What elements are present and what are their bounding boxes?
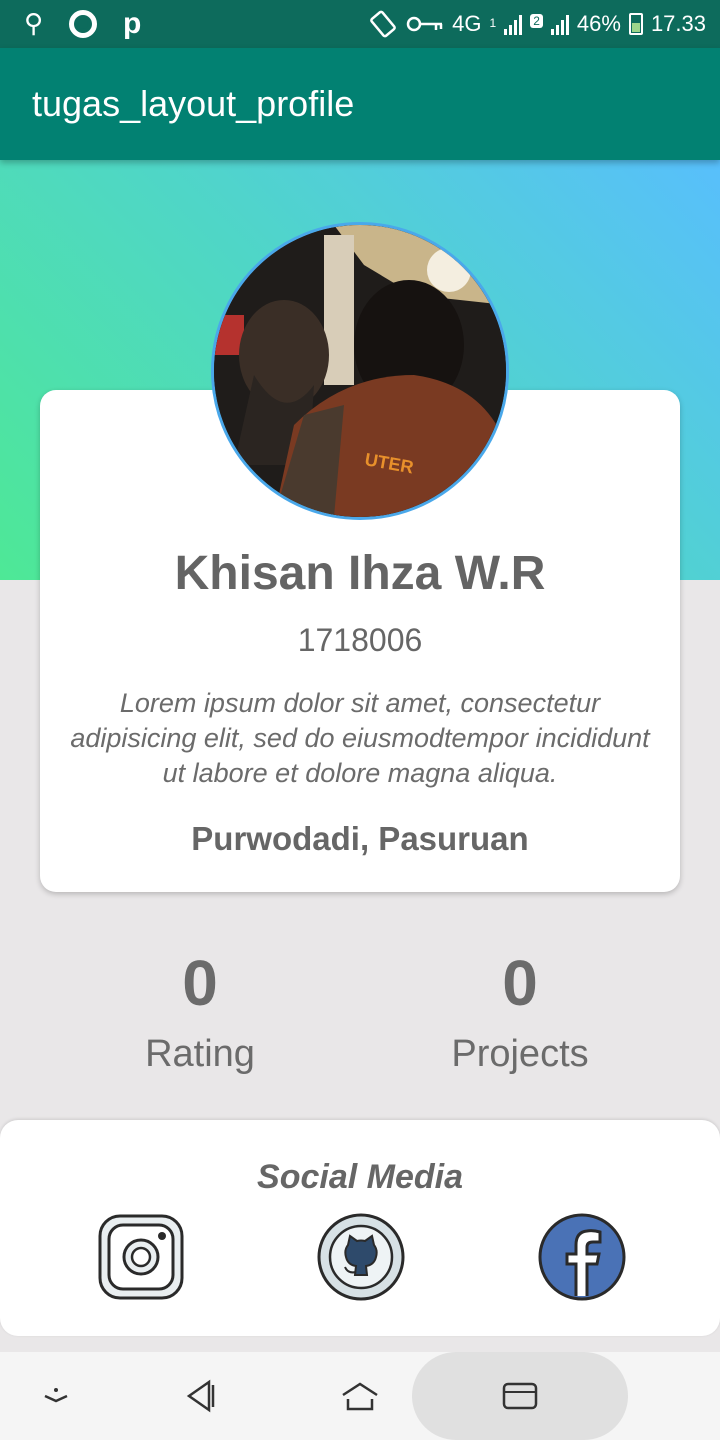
home-button[interactable] [324, 1352, 396, 1440]
chevron-down-icon [44, 1388, 68, 1403]
recent-apps-icon [502, 1382, 538, 1410]
hide-nav-button[interactable] [20, 1352, 92, 1440]
social-media-card: Social Media [0, 1120, 720, 1336]
vpn-key-icon [406, 15, 444, 33]
rating-stat: 0 Rating [50, 945, 350, 1079]
signal-icon [504, 13, 523, 35]
sim1-label: 1 [489, 16, 497, 30]
social-media-title: Social Media [257, 1158, 463, 1196]
app-title: tugas_layout_profile [32, 83, 355, 124]
profile-location: Purwodadi, Pasuruan [191, 820, 529, 857]
profile-name: Khisan Ihza W.R [174, 547, 546, 600]
battery-percent: 46% [576, 11, 621, 36]
projects-value: 0 [502, 947, 538, 1019]
avatar: UTER [211, 222, 509, 520]
status-bar: ⚲ p 4G 1 2 46% 17.33 [0, 0, 720, 48]
profile-id: 1718006 [297, 622, 423, 658]
github-icon[interactable] [316, 1212, 406, 1302]
clock: 17.33 [650, 11, 706, 36]
record-icon [69, 10, 98, 38]
projects-stat: 0 Projects [370, 945, 670, 1079]
battery-icon [628, 13, 643, 35]
app-bar: tugas_layout_profile [0, 48, 720, 160]
recent-apps-button[interactable] [412, 1352, 628, 1440]
rotate-icon [368, 10, 398, 38]
home-icon [342, 1382, 378, 1411]
sim2-label: 2 [530, 14, 543, 28]
network-type: 4G [452, 11, 482, 36]
projects-label: Projects [451, 1033, 589, 1075]
back-button[interactable] [164, 1352, 236, 1440]
p-icon: p [123, 7, 142, 40]
back-icon [186, 1379, 215, 1413]
facebook-icon[interactable] [537, 1212, 627, 1302]
navigation-bar [0, 1352, 720, 1440]
usb-icon: ⚲ [24, 9, 44, 39]
rating-label: Rating [145, 1033, 255, 1075]
instagram-icon[interactable] [96, 1212, 186, 1302]
signal-icon [550, 13, 569, 35]
rating-value: 0 [182, 947, 218, 1019]
profile-bio: Lorem ipsum dolor sit amet, consectetur … [70, 688, 650, 788]
